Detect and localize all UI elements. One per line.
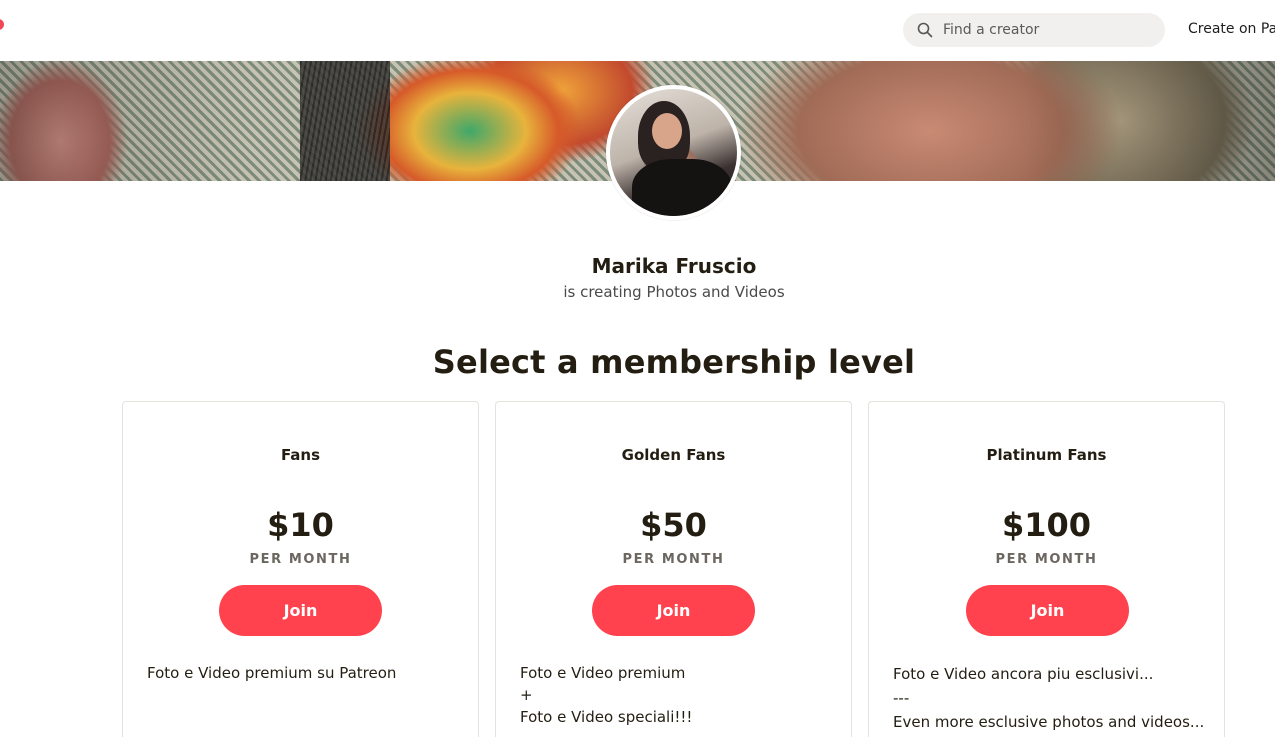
tier-period: PER MONTH: [995, 552, 1098, 567]
creator-name: Marika Fruscio: [591, 254, 757, 278]
membership-section-title: Select a membership level: [432, 343, 916, 381]
tier-card-golden-fans: Golden Fans $50 PER MONTH Join Foto e Vi…: [495, 401, 852, 737]
tier-price: $100: [1001, 506, 1092, 544]
creator-subtitle: is creating Photos and Videos: [563, 283, 785, 301]
creator-search-box[interactable]: [903, 13, 1165, 47]
tier-price: $50: [640, 506, 707, 544]
tier-name: Platinum Fans: [986, 446, 1107, 464]
tier-description: Foto e Video ancora piu esclusivi... ---…: [893, 665, 1205, 731]
join-button[interactable]: Join: [219, 585, 382, 636]
tier-period: PER MONTH: [249, 552, 352, 567]
tier-name: Fans: [280, 446, 321, 464]
tier-price: $10: [267, 506, 334, 544]
search-input[interactable]: [943, 13, 1153, 47]
search-icon: [917, 22, 933, 38]
tier-description: Foto e Video premium su Patreon: [147, 664, 397, 682]
tier-card-fans: Fans $10 PER MONTH Join Foto e Video pre…: [122, 401, 479, 737]
creator-avatar: [606, 85, 741, 220]
tier-period: PER MONTH: [622, 552, 725, 567]
tier-card-platinum-fans: Platinum Fans $100 PER MONTH Join Foto e…: [868, 401, 1225, 737]
patreon-logo-icon[interactable]: [0, 19, 4, 30]
create-on-patreon-link[interactable]: Create on Patreon: [1188, 21, 1275, 37]
join-button[interactable]: Join: [966, 585, 1129, 636]
join-button[interactable]: Join: [592, 585, 755, 636]
top-navigation-bar: Create on Patreon: [0, 0, 1275, 61]
tier-description: Foto e Video premium + Foto e Video spec…: [520, 664, 693, 726]
tier-name: Golden Fans: [621, 446, 726, 464]
